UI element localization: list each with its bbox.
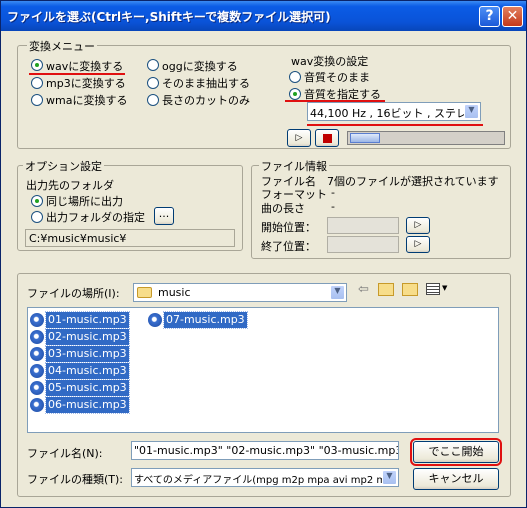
file-info-title: ファイル情報: [259, 158, 329, 174]
radio-wav[interactable]: [31, 59, 43, 71]
audio-file-icon: [30, 347, 44, 361]
file-name[interactable]: 04-music.mp3: [45, 362, 130, 380]
radio-specify-folder[interactable]: [31, 211, 43, 223]
file-info-name-value: 7個のファイルが選択されています: [327, 175, 499, 188]
browse-folder-button[interactable]: ...: [154, 207, 174, 225]
view-menu-icon[interactable]: [426, 283, 440, 295]
option-extract-label[interactable]: そのまま抽出する: [162, 75, 250, 91]
radio-mp3[interactable]: [31, 77, 43, 89]
audio-file-icon: [148, 313, 162, 327]
view-menu-chevron-icon[interactable]: ▼: [442, 284, 447, 292]
option-ogg-label[interactable]: oggに変換する: [162, 58, 238, 74]
file-info-length-label: 曲の長さ: [261, 202, 305, 215]
folder-path-value: C:¥music¥music¥: [29, 232, 127, 245]
filename-value: "01-music.mp3" "02-music.mp3" "03-music.…: [134, 444, 399, 457]
list-item[interactable]: 06-music.mp3: [30, 396, 150, 414]
radio-same-place[interactable]: [31, 195, 43, 207]
audio-file-icon: [30, 381, 44, 395]
filetype-select[interactable]: すべてのメディアファイル(mpg m2p mpa avi mp2 mp ▼: [131, 468, 399, 487]
location-label: ファイルの場所(I):: [27, 287, 120, 300]
back-arrow-icon[interactable]: ⇦: [358, 282, 369, 297]
quality-select-value: 44,100 Hz , 16ビット , ステレオ: [310, 107, 479, 120]
chevron-down-icon[interactable]: ▼: [330, 285, 345, 300]
stop-icon: [323, 134, 332, 143]
convert-menu-title: 変換メニュー: [27, 38, 97, 54]
folder-icon: [137, 287, 152, 298]
radio-cut-only[interactable]: [147, 94, 159, 106]
option-mp3-label[interactable]: mp3に変換する: [46, 75, 126, 91]
specify-folder-label[interactable]: 出力フォルダの指定: [46, 209, 145, 225]
folder-path-field: C:¥music¥music¥: [25, 229, 235, 247]
audio-file-icon: [30, 364, 44, 378]
file-info-length-value: -: [331, 200, 335, 213]
file-info-format-value: -: [331, 186, 335, 199]
quality-keep-label[interactable]: 音質そのまま: [304, 69, 370, 85]
radio-quality-specify[interactable]: [289, 88, 301, 100]
chevron-down-icon[interactable]: ▼: [382, 470, 397, 485]
up-folder-icon[interactable]: [378, 283, 394, 296]
playback-slider[interactable]: [347, 131, 505, 145]
cancel-button[interactable]: キャンセル: [413, 468, 499, 490]
quality-select[interactable]: 44,100 Hz , 16ビット , ステレオ ▼: [307, 102, 481, 121]
file-name[interactable]: 07-music.mp3: [163, 311, 248, 329]
wav-settings-title: wav変換の設定: [291, 55, 369, 68]
same-place-label[interactable]: 同じ場所に出力: [46, 193, 123, 209]
option-wav-label[interactable]: wavに変換する: [46, 58, 123, 74]
file-name[interactable]: 02-music.mp3: [45, 328, 130, 346]
filename-input[interactable]: "01-music.mp3" "02-music.mp3" "03-music.…: [131, 441, 399, 460]
list-item[interactable]: 02-music.mp3: [30, 328, 150, 346]
radio-wma[interactable]: [31, 94, 43, 106]
file-list[interactable]: 01-music.mp3 02-music.mp3 03-music.mp3 0…: [27, 307, 499, 433]
option-wma-label[interactable]: wmaに変換する: [46, 92, 127, 108]
start-button[interactable]: でここ開始: [410, 438, 502, 466]
close-button[interactable]: ✕: [502, 6, 523, 27]
audio-file-icon: [30, 330, 44, 344]
option-cut-only-label[interactable]: 長さのカットのみ: [162, 92, 250, 108]
radio-ogg[interactable]: [147, 59, 159, 71]
file-name[interactable]: 06-music.mp3: [45, 396, 130, 414]
list-item[interactable]: 03-music.mp3: [30, 345, 150, 363]
end-position-label: 終了位置：: [261, 240, 316, 253]
end-position-play-button[interactable]: ▷: [406, 236, 430, 253]
list-item[interactable]: 07-music.mp3: [148, 311, 268, 329]
audio-file-icon: [30, 313, 44, 327]
chevron-down-icon[interactable]: ▼: [464, 104, 479, 119]
options-title: オプション設定: [23, 158, 104, 174]
filename-label: ファイル名(N):: [27, 447, 103, 460]
new-folder-icon[interactable]: [402, 283, 418, 296]
audio-file-icon: [30, 398, 44, 412]
filetype-label: ファイルの種類(T):: [27, 473, 124, 486]
help-button[interactable]: ?: [479, 6, 500, 27]
output-folder-label: 出力先のフォルダ: [26, 179, 114, 192]
window-title: ファイルを選ぶ(Ctrlキー,Shiftキーで複数ファイル選択可): [7, 10, 331, 24]
radio-quality-keep[interactable]: [289, 71, 301, 83]
start-position-field[interactable]: [327, 217, 399, 234]
playback-slider-thumb[interactable]: [350, 133, 380, 143]
end-position-field[interactable]: [327, 236, 399, 253]
dialog-window: ファイルを選ぶ(Ctrlキー,Shiftキーで複数ファイル選択可) ? ✕ 変換…: [0, 0, 527, 508]
start-position-play-button[interactable]: ▷: [406, 217, 430, 234]
location-value: music: [158, 286, 191, 299]
radio-extract[interactable]: [147, 77, 159, 89]
stop-button[interactable]: [315, 129, 339, 147]
list-item[interactable]: 01-music.mp3: [30, 311, 150, 329]
filetype-value: すべてのメディアファイル(mpg m2p mpa avi mp2 mp: [134, 475, 393, 486]
play-button[interactable]: ▷: [287, 129, 311, 147]
file-name[interactable]: 01-music.mp3: [45, 311, 130, 329]
title-bar: ファイルを選ぶ(Ctrlキー,Shiftキーで複数ファイル選択可) ? ✕: [1, 1, 526, 31]
file-name[interactable]: 03-music.mp3: [45, 345, 130, 363]
list-item[interactable]: 05-music.mp3: [30, 379, 150, 397]
red-underline-select: [307, 124, 483, 126]
location-select[interactable]: music ▼: [133, 283, 347, 302]
file-name[interactable]: 05-music.mp3: [45, 379, 130, 397]
start-position-label: 開始位置：: [261, 221, 316, 234]
list-item[interactable]: 04-music.mp3: [30, 362, 150, 380]
